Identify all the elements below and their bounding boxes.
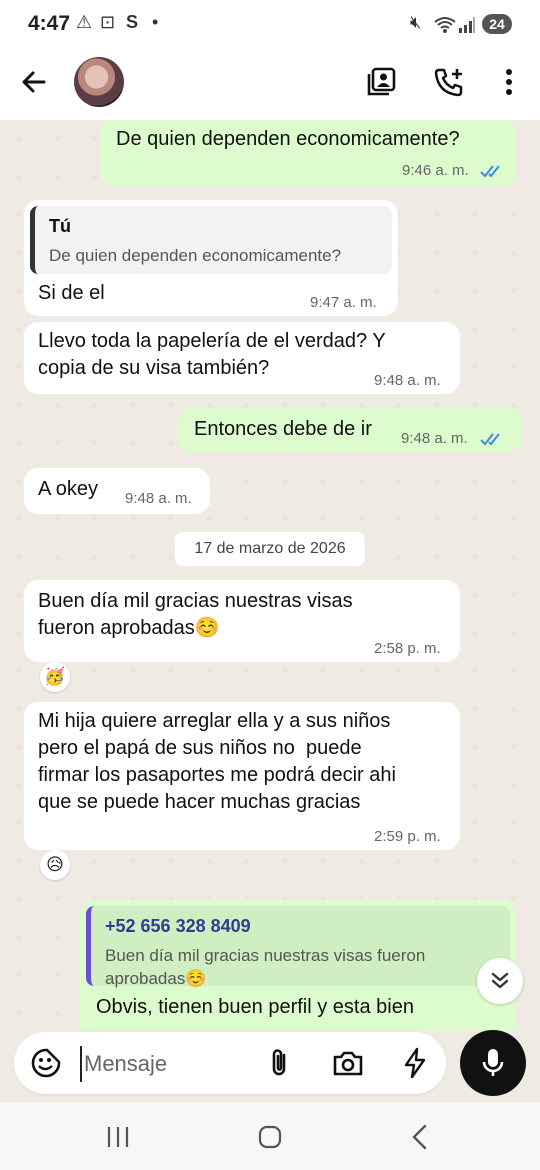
contact-card-button[interactable] <box>363 64 399 100</box>
chat-header <box>0 50 540 120</box>
read-double-check-icon <box>480 433 500 446</box>
quick-action-button[interactable] <box>397 1045 433 1081</box>
double-chevron-down-icon <box>491 972 509 989</box>
message-input[interactable] <box>80 1046 266 1082</box>
reaction-badge[interactable]: 😥 <box>40 850 70 880</box>
chevron-left-icon <box>412 1124 427 1150</box>
sticker-emoji-icon <box>31 1048 61 1078</box>
read-double-check-icon <box>480 165 500 178</box>
back-nav-button[interactable] <box>400 1120 440 1154</box>
reply-text: De quien dependen economicamente? <box>49 246 342 265</box>
signal-icon <box>459 17 475 33</box>
composer-box <box>14 1032 446 1094</box>
status-time: 4:47 <box>28 12 71 35</box>
system-nav-bar <box>0 1102 540 1170</box>
quoted-reply[interactable]: Tú De quien dependen economicamente? <box>30 206 392 274</box>
emoji-button[interactable] <box>28 1045 64 1081</box>
recents-icon <box>107 1127 129 1147</box>
message-time: 9:48 a. m. <box>374 372 441 389</box>
recents-button[interactable] <box>98 1120 138 1154</box>
message-time: 9:47 a. m. <box>310 294 377 311</box>
reaction-badge[interactable]: 🥳 <box>40 662 70 692</box>
message-time: 9:48 a. m. <box>125 490 192 507</box>
more-options-button[interactable] <box>491 64 527 100</box>
message-text: A okey <box>38 478 99 500</box>
reply-text: Buen día mil gracias nuestras visas fuer… <box>105 946 426 988</box>
voice-message-button[interactable] <box>460 1030 526 1096</box>
home-icon <box>258 1125 282 1149</box>
lightning-icon <box>404 1047 426 1079</box>
avatar[interactable] <box>74 57 124 107</box>
message-incoming[interactable]: A okey 9:48 a. m. <box>24 468 210 514</box>
chat-area[interactable]: De quien dependen economicamente? 9:46 a… <box>0 120 540 1030</box>
arrow-left-icon <box>22 71 46 93</box>
message-outgoing[interactable]: De quien dependen economicamente? 9:46 a… <box>100 120 516 186</box>
message-text: Buen día mil gracias nuestras visas fuer… <box>38 590 353 639</box>
message-incoming[interactable]: Tú De quien dependen economicamente? Si … <box>24 200 398 316</box>
message-text: Obvis, tienen buen perfil y esta bien <box>96 996 414 1018</box>
back-button[interactable] <box>16 64 52 100</box>
dot-icon: • <box>152 12 159 32</box>
message-text: De quien dependen economicamente? <box>116 128 460 150</box>
scroll-to-bottom-button[interactable] <box>477 958 523 1004</box>
microphone-icon <box>482 1049 504 1076</box>
contact-card-icon <box>367 67 396 96</box>
battery-indicator: 24 <box>482 14 512 34</box>
screenshot-icon: ⊡ <box>100 12 116 32</box>
composer-bar <box>0 1030 540 1102</box>
add-call-icon <box>434 68 463 97</box>
message-outgoing[interactable]: +52 656 328 8409 Buen día mil gracias nu… <box>80 900 516 1030</box>
reply-author: Tú <box>49 216 71 236</box>
message-text: Entonces debe de ir <box>194 418 372 440</box>
message-time: 2:58 p. m. <box>374 640 441 657</box>
more-vertical-icon <box>506 69 512 95</box>
message-time: 9:48 a. m. <box>401 430 468 447</box>
app-s-icon: S <box>126 12 139 32</box>
mute-icon: 🔇︎ <box>410 12 422 32</box>
camera-icon <box>333 1051 363 1076</box>
message-outgoing[interactable]: Entonces debe de ir 9:48 a. m. <box>178 408 522 452</box>
reply-author: +52 656 328 8409 <box>105 916 251 936</box>
message-text: Llevo toda la papelería de el verdad? Y … <box>38 330 386 379</box>
message-text: Si de el <box>38 282 105 304</box>
date-divider: 17 de marzo de 2026 <box>175 532 365 566</box>
quoted-reply[interactable]: +52 656 328 8409 Buen día mil gracias nu… <box>86 906 510 988</box>
paperclip-icon <box>272 1049 286 1076</box>
warning-icon: ⚠ <box>76 12 93 32</box>
status-bar: 4:47 ⚠ ⊡ S • 🔇︎ 24 <box>0 0 540 50</box>
message-text: Mi hija quiere arreglar ella y a sus niñ… <box>38 710 396 813</box>
add-call-button[interactable] <box>431 64 467 100</box>
message-incoming[interactable]: Llevo toda la papelería de el verdad? Y … <box>24 322 460 394</box>
message-incoming[interactable]: Buen día mil gracias nuestras visas fuer… <box>24 580 460 662</box>
message-incoming[interactable]: Mi hija quiere arreglar ella y a sus niñ… <box>24 702 460 850</box>
message-time: 9:46 a. m. <box>402 162 469 179</box>
home-button[interactable] <box>250 1120 290 1154</box>
message-time: 2:59 p. m. <box>374 828 441 845</box>
attach-button[interactable] <box>262 1045 298 1081</box>
camera-button[interactable] <box>330 1045 366 1081</box>
wifi-icon <box>434 17 456 33</box>
